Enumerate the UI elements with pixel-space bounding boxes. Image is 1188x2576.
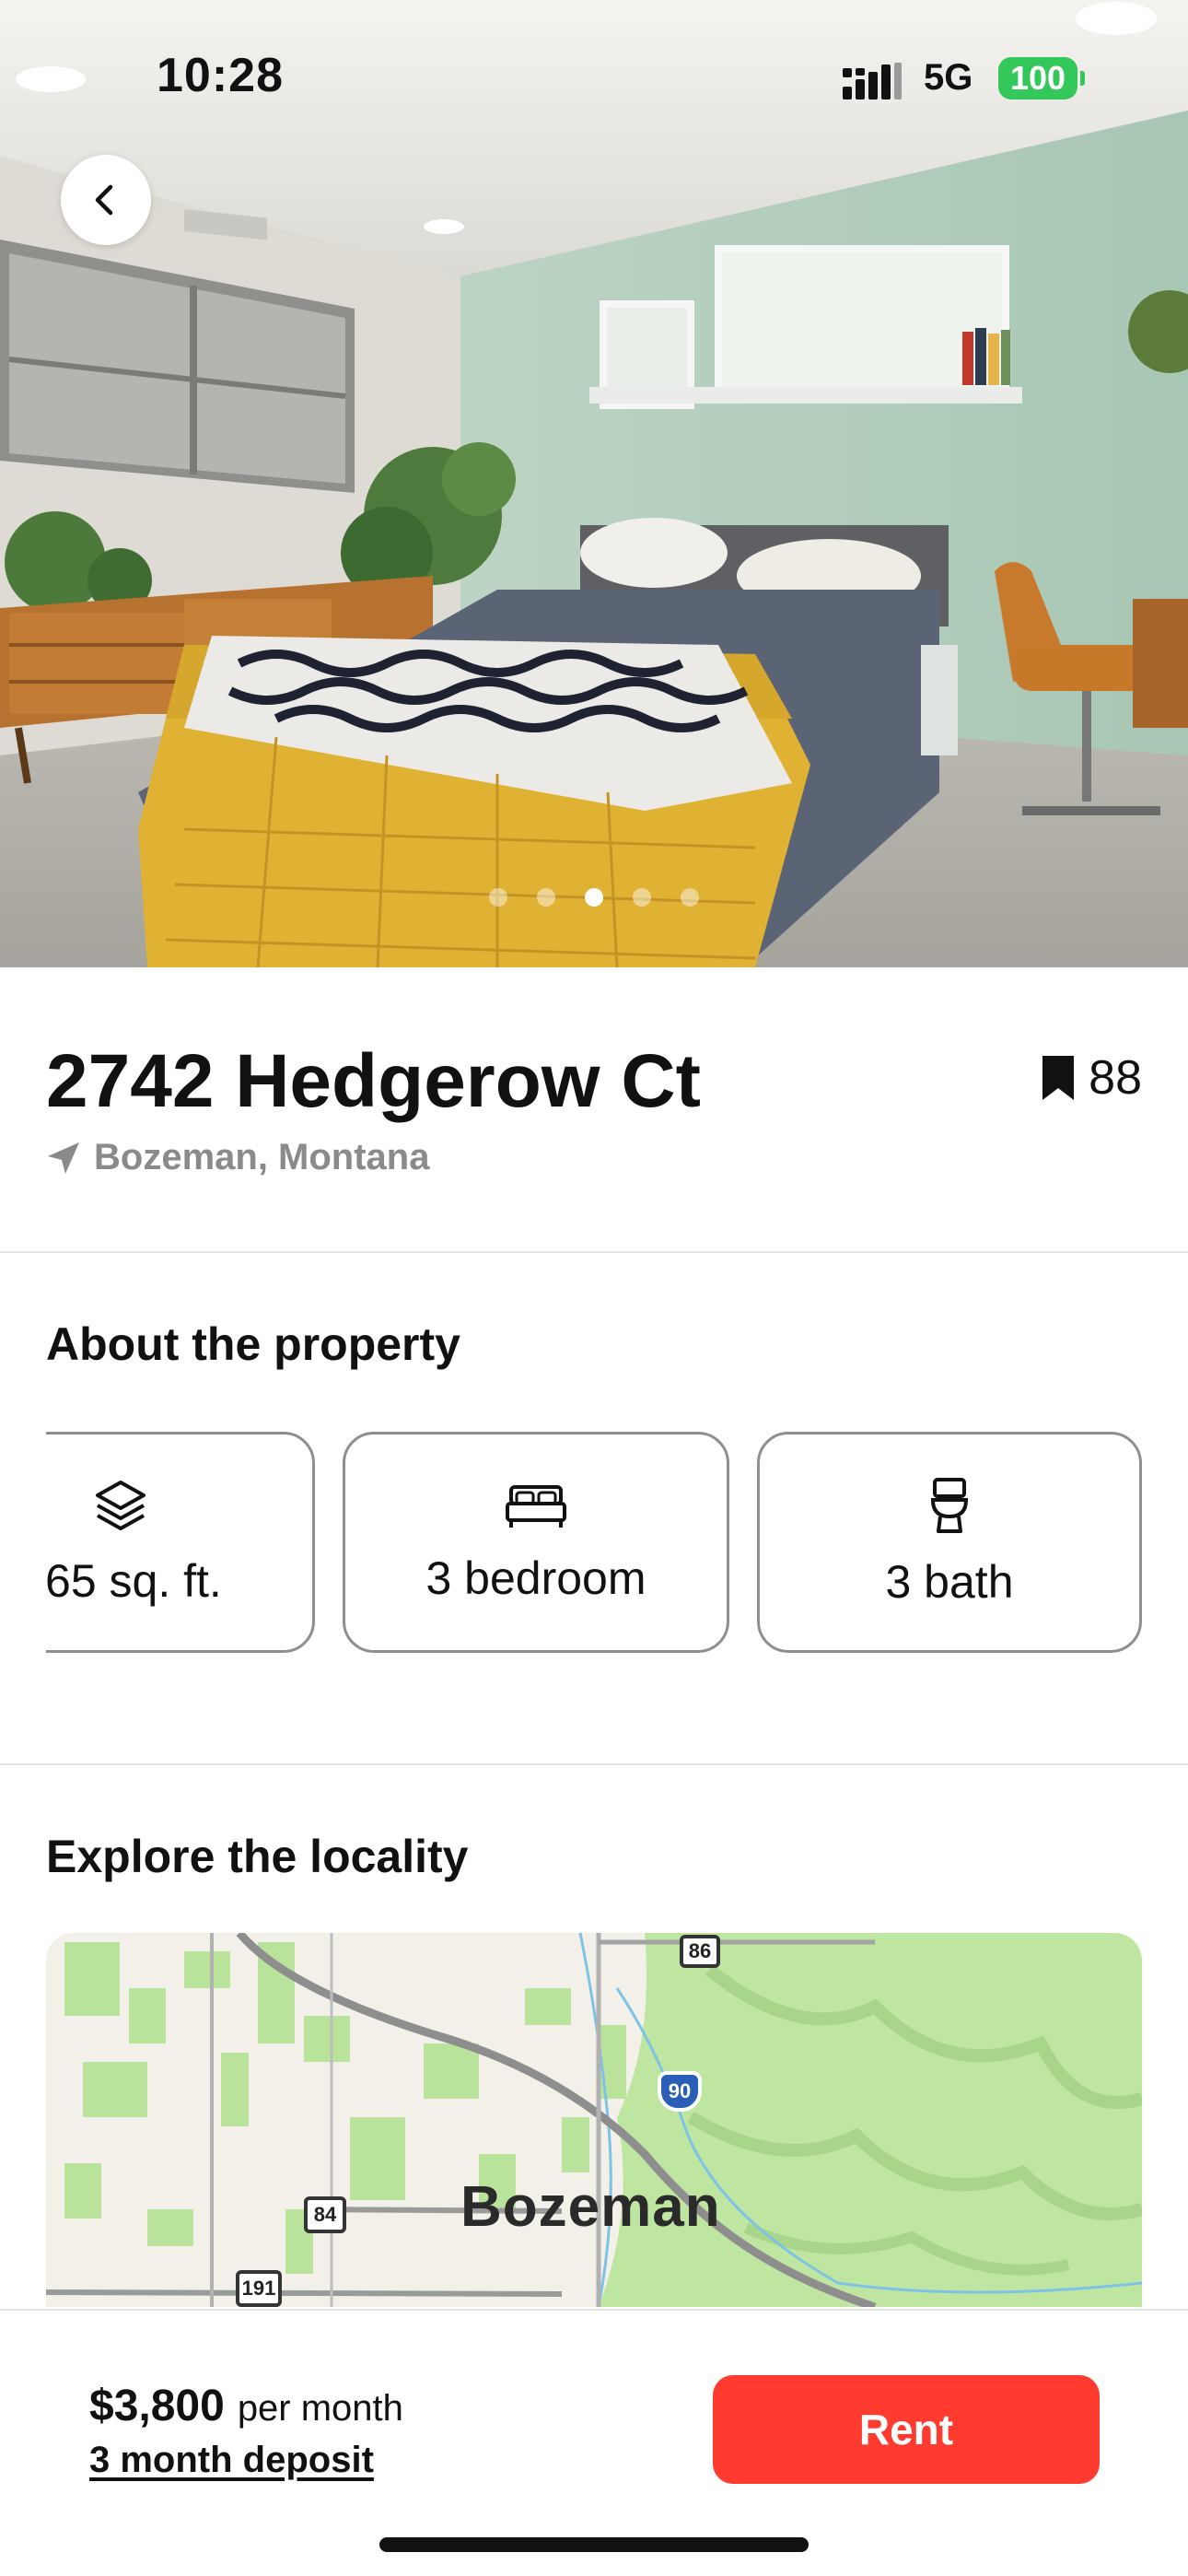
property-photo-carousel[interactable]: 10:28 5G 100 bbox=[0, 0, 1188, 967]
deposit-link[interactable]: 3 month deposit bbox=[89, 2440, 374, 2481]
feature-baths-label: 3 bath bbox=[885, 1556, 1014, 1608]
bookmark-button[interactable]: 88 bbox=[1041, 1050, 1142, 1106]
feature-card-baths: 3 bath bbox=[757, 1432, 1142, 1653]
toilet-icon bbox=[930, 1478, 969, 1533]
chevron-left-icon bbox=[95, 184, 113, 216]
rent-button[interactable]: Rent bbox=[713, 2375, 1100, 2484]
status-bar: 10:28 5G 100 bbox=[0, 0, 1188, 157]
location-text: Bozeman, Montana bbox=[94, 1137, 430, 1177]
carousel-dot[interactable] bbox=[537, 888, 555, 907]
layers-icon bbox=[96, 1481, 146, 1530]
features-scroller[interactable]: 865 sq. ft. 3 bedroom 3 bath bbox=[46, 1432, 1142, 1655]
locality-map[interactable]: 86 90 84 191 Bozeman bbox=[46, 1933, 1142, 2307]
feature-card-area: 865 sq. ft. bbox=[46, 1432, 315, 1653]
interstate-shield-90: 90 bbox=[658, 2071, 702, 2112]
price-line: $3,800 per month bbox=[89, 2381, 403, 2431]
feature-card-bedrooms: 3 bedroom bbox=[343, 1432, 729, 1653]
route-shield-191: 191 bbox=[236, 2270, 282, 2307]
price-period: per month bbox=[237, 2388, 403, 2429]
divider bbox=[0, 1763, 1188, 1765]
home-indicator[interactable] bbox=[379, 2537, 809, 2552]
route-shield-86: 86 bbox=[680, 1935, 720, 1968]
map-city-label: Bozeman bbox=[460, 2175, 721, 2239]
bed-icon bbox=[506, 1485, 566, 1528]
feature-bedrooms-label: 3 bedroom bbox=[425, 1552, 646, 1604]
screen: 10:28 5G 100 2742 Hedgerow Ct 88 Bozeman… bbox=[0, 0, 1188, 2576]
carousel-dot[interactable] bbox=[489, 888, 507, 907]
property-location: Bozeman, Montana bbox=[46, 1137, 429, 1178]
price-amount: $3,800 bbox=[89, 2382, 225, 2430]
carousel-dot-active[interactable] bbox=[585, 888, 603, 907]
status-time: 10:28 bbox=[157, 49, 284, 102]
bookmark-icon bbox=[1042, 1056, 1075, 1100]
carousel-page-indicator bbox=[0, 888, 1188, 910]
route-shield-84: 84 bbox=[304, 2196, 346, 2233]
property-header: 2742 Hedgerow Ct 88 Bozeman, Montana bbox=[46, 1032, 1142, 1177]
back-button[interactable] bbox=[61, 155, 151, 245]
map-tiles bbox=[46, 1933, 1142, 2307]
cellular-signal-icon bbox=[843, 63, 902, 100]
battery-indicator: 100 bbox=[998, 57, 1085, 100]
carousel-dot[interactable] bbox=[681, 888, 699, 907]
property-title: 2742 Hedgerow Ct bbox=[46, 1039, 701, 1123]
divider bbox=[0, 1251, 1188, 1253]
carousel-dot[interactable] bbox=[633, 888, 651, 907]
locality-heading: Explore the locality bbox=[46, 1831, 469, 1882]
about-heading: About the property bbox=[46, 1318, 460, 1370]
location-arrow-icon bbox=[48, 1142, 79, 1174]
network-type: 5G bbox=[924, 57, 973, 98]
bookmark-count: 88 bbox=[1089, 1051, 1142, 1105]
rent-footer: $3,800 per month 3 month deposit Rent bbox=[0, 2309, 1188, 2576]
feature-area-label: 865 sq. ft. bbox=[46, 1555, 222, 1607]
